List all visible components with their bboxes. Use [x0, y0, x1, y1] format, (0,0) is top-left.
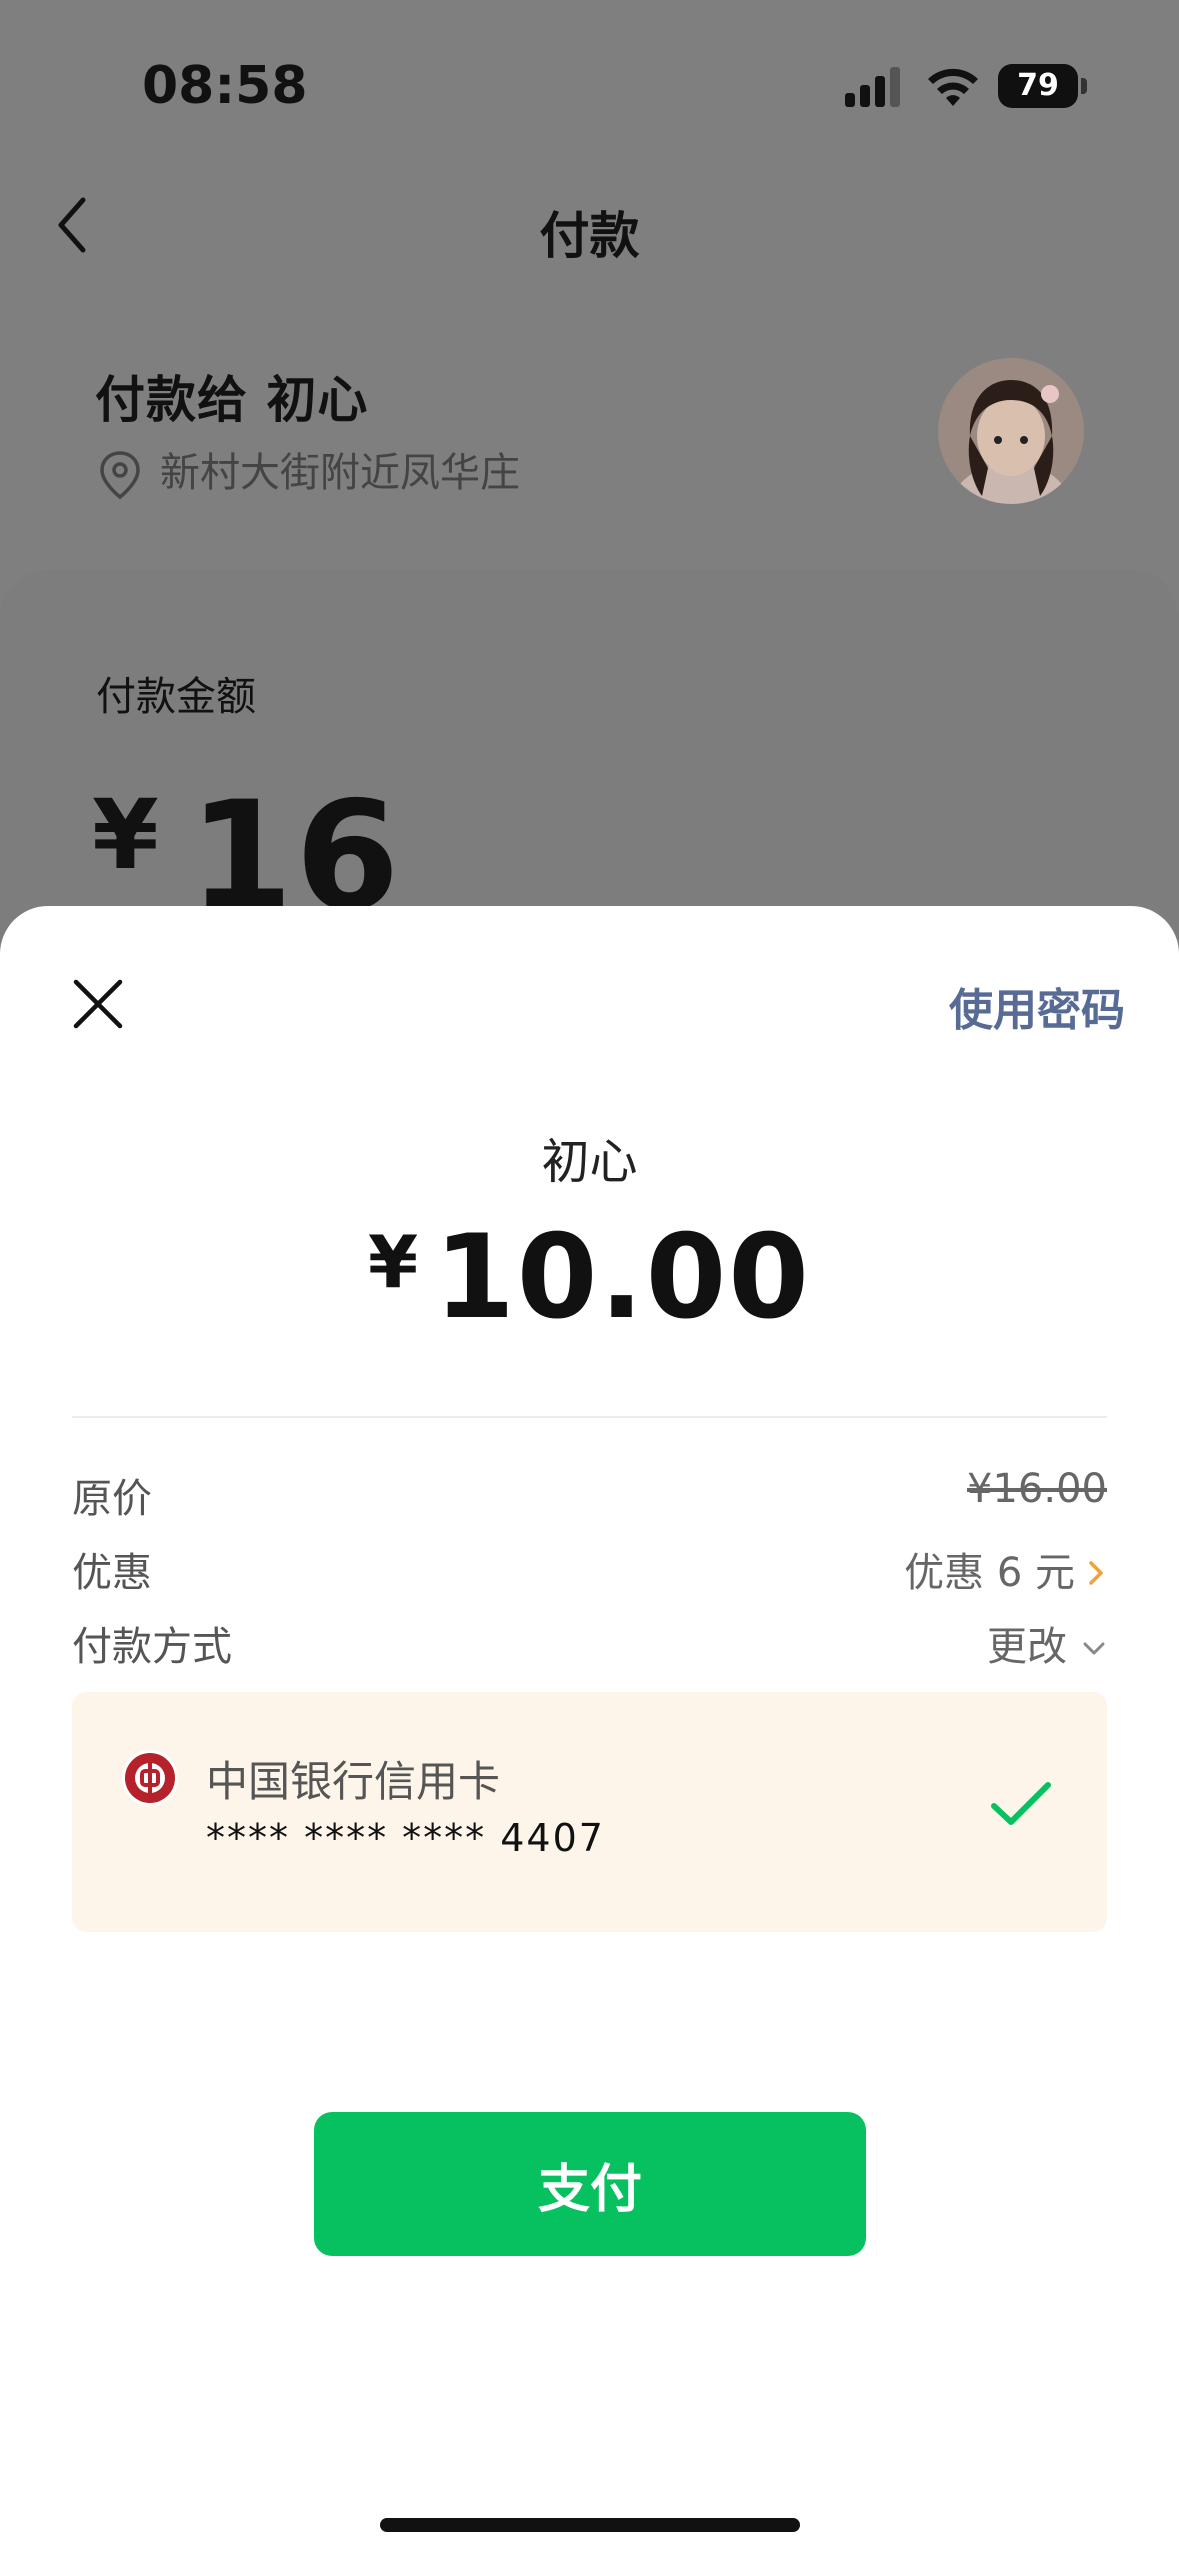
pay-amount-number: 10.00 [434, 1210, 812, 1345]
status-time: 08:58 [142, 56, 308, 116]
payee-title: 付款给 初心 [95, 371, 369, 429]
wifi-icon [928, 68, 978, 106]
status-bar: 08:58 79 [0, 0, 1179, 170]
home-indicator [380, 2518, 800, 2532]
page-title: 付款 [539, 207, 640, 265]
amount-currency: ¥ [92, 779, 161, 891]
chevron-right-icon [1089, 1561, 1103, 1585]
pay-button[interactable]: 支付 [314, 2112, 866, 2256]
use-password-link[interactable]: 使用密码 [949, 974, 1125, 1038]
payment-method-label: 付款方式 [72, 1624, 232, 1670]
bank-of-china-icon [122, 1750, 178, 1806]
location-text: 新村大街附近凤华庄 [160, 450, 520, 496]
change-method[interactable]: 更改 [987, 1614, 1107, 1672]
divider [72, 1416, 1107, 1418]
location-icon [100, 451, 140, 500]
pay-currency: ¥ [367, 1220, 421, 1304]
original-price-row: 原价 ¥16.00 [72, 1466, 1107, 1526]
avatar [938, 358, 1084, 504]
check-icon [991, 1782, 1051, 1825]
card-number: **** **** **** 4407 [206, 1816, 605, 1860]
amount-label: 付款金额 [96, 674, 256, 720]
payee-location: 新村大街附近凤华庄 [98, 440, 520, 500]
discount-label: 优惠 [72, 1550, 152, 1596]
selected-card[interactable]: 中国银行信用卡 **** **** **** 4407 [72, 1692, 1107, 1932]
change-label: 更改 [987, 1624, 1067, 1670]
discount-text: 优惠 6 元 [904, 1550, 1075, 1596]
signal-icon [845, 67, 900, 107]
payment-method-row[interactable]: 付款方式 更改 [72, 1614, 1107, 1674]
original-price-label: 原价 [72, 1476, 152, 1522]
close-icon[interactable] [70, 976, 126, 1032]
battery-indicator: 79 [998, 64, 1087, 108]
chevron-down-icon [1083, 1642, 1105, 1655]
merchant-name: 初心 [541, 1134, 638, 1190]
pay-amount: ¥10.00 [0, 1210, 1179, 1345]
discount-row[interactable]: 优惠 优惠 6 元 [72, 1540, 1107, 1600]
card-name: 中国银行信用卡 [206, 1757, 501, 1806]
discount-value[interactable]: 优惠 6 元 [904, 1540, 1107, 1598]
original-price-value: ¥16.00 [967, 1466, 1107, 1512]
